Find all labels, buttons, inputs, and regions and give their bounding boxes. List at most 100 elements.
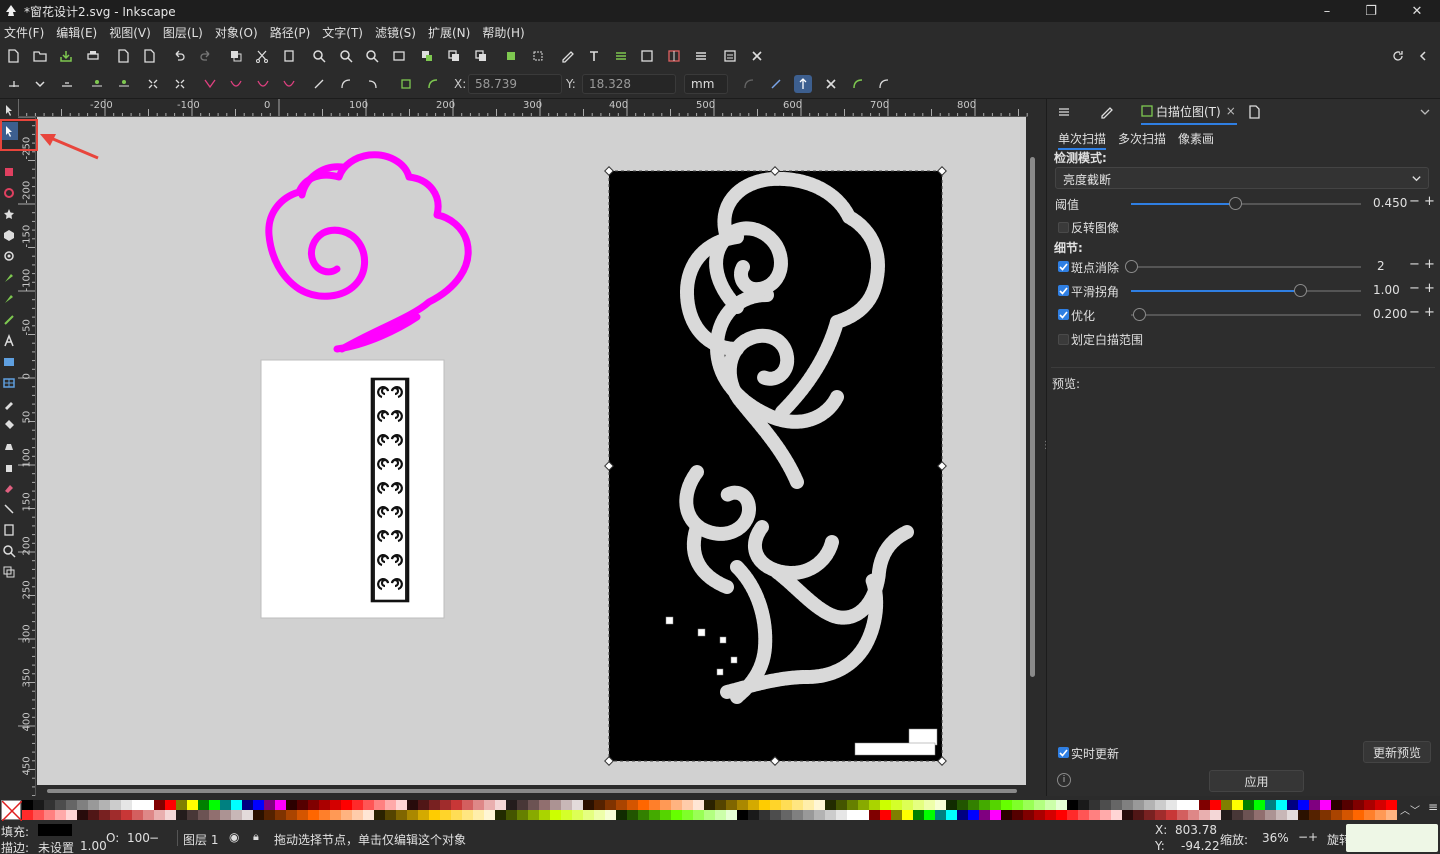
color-swatch[interactable] <box>748 810 759 820</box>
color-swatch[interactable] <box>1276 800 1287 810</box>
color-swatch[interactable] <box>715 800 726 810</box>
color-swatch[interactable] <box>341 810 352 820</box>
show-bbox-icon[interactable] <box>822 75 840 93</box>
color-swatch[interactable] <box>583 800 594 810</box>
zoom-selection-icon[interactable] <box>310 47 328 65</box>
break-path-icon[interactable] <box>115 75 133 93</box>
color-swatch[interactable] <box>902 810 913 820</box>
color-swatch[interactable] <box>473 810 484 820</box>
color-swatch[interactable] <box>110 800 121 810</box>
color-swatch[interactable] <box>484 810 495 820</box>
color-swatch[interactable] <box>1342 810 1353 820</box>
color-swatch[interactable] <box>1122 810 1133 820</box>
speckles-slider-knob[interactable] <box>1125 260 1138 273</box>
smooth-corners-slider-knob[interactable] <box>1294 284 1307 297</box>
copy-icon[interactable] <box>227 47 245 65</box>
canvas-artwork[interactable] <box>37 117 1026 785</box>
paste-icon[interactable] <box>280 47 298 65</box>
color-swatch[interactable] <box>1177 810 1188 820</box>
zoom-stepper[interactable]: −+ <box>1298 830 1318 844</box>
color-swatch[interactable] <box>704 800 715 810</box>
panel-handle[interactable]: ⋮ <box>1041 440 1051 454</box>
color-swatch[interactable] <box>418 810 429 820</box>
color-swatch[interactable] <box>297 800 308 810</box>
cut-icon[interactable] <box>253 47 271 65</box>
color-swatch[interactable] <box>506 800 517 810</box>
color-swatch[interactable] <box>572 810 583 820</box>
color-swatch[interactable] <box>154 810 165 820</box>
color-swatch[interactable] <box>143 800 154 810</box>
segment-curve-icon[interactable] <box>337 75 355 93</box>
tab-fill-stroke[interactable] <box>1099 99 1129 125</box>
connector-tool-icon[interactable] <box>0 500 18 518</box>
fill-stroke-icon[interactable] <box>558 47 576 65</box>
menu-edit[interactable]: 编辑(E) <box>56 24 97 41</box>
color-swatch[interactable] <box>1012 800 1023 810</box>
color-swatch[interactable] <box>1199 800 1210 810</box>
color-swatch[interactable] <box>22 800 33 810</box>
close-button[interactable]: ✕ <box>1394 0 1440 22</box>
color-swatch[interactable] <box>253 800 264 810</box>
speckles-slider[interactable] <box>1131 266 1361 268</box>
color-swatch[interactable] <box>462 810 473 820</box>
subtab-single-scan[interactable]: 单次扫描 <box>1058 130 1107 150</box>
color-swatch[interactable] <box>1078 800 1089 810</box>
zoom-value[interactable]: 36% <box>1262 831 1289 845</box>
color-swatch[interactable] <box>1144 810 1155 820</box>
color-swatch[interactable] <box>957 800 968 810</box>
color-swatch[interactable] <box>495 810 506 820</box>
color-swatch[interactable] <box>44 810 55 820</box>
color-swatch[interactable] <box>1155 800 1166 810</box>
color-swatch[interactable] <box>440 800 451 810</box>
live-update-checkbox[interactable] <box>1058 747 1069 758</box>
document-properties-icon[interactable] <box>721 47 739 65</box>
subtab-multi-scan[interactable]: 多次扫描 <box>1118 130 1166 147</box>
color-swatch[interactable] <box>1045 800 1056 810</box>
pages-tool-icon[interactable] <box>0 521 18 539</box>
color-swatch[interactable] <box>605 810 616 820</box>
color-swatch[interactable] <box>1265 800 1276 810</box>
color-swatch[interactable] <box>385 810 396 820</box>
export-icon[interactable] <box>140 47 158 65</box>
color-swatch[interactable] <box>88 800 99 810</box>
color-swatch[interactable] <box>308 800 319 810</box>
delete-segment-icon[interactable] <box>171 75 189 93</box>
color-swatch[interactable] <box>1320 810 1331 820</box>
color-swatch[interactable] <box>1254 800 1265 810</box>
smooth-corners-stepper[interactable]: − + <box>1409 281 1435 296</box>
menu-text[interactable]: 文字(T) <box>322 24 363 41</box>
smooth-corners-checkbox[interactable] <box>1058 285 1069 296</box>
color-swatch[interactable] <box>979 810 990 820</box>
color-swatch[interactable] <box>583 810 594 820</box>
apply-button[interactable]: 应用 <box>1209 770 1304 792</box>
color-swatch[interactable] <box>990 800 1001 810</box>
duplicate-icon[interactable] <box>418 47 436 65</box>
color-swatch[interactable] <box>649 810 660 820</box>
current-layer[interactable]: 图层 1 <box>183 831 218 848</box>
color-swatch[interactable] <box>1364 800 1375 810</box>
color-swatch[interactable] <box>1078 810 1089 820</box>
color-swatch[interactable] <box>1243 810 1254 820</box>
color-swatch[interactable] <box>715 810 726 820</box>
color-swatch[interactable] <box>1309 800 1320 810</box>
y-coordinate-input[interactable]: 18.328 <box>582 74 676 94</box>
color-swatch[interactable] <box>770 810 781 820</box>
horizontal-scroll-thumb[interactable] <box>47 789 1017 793</box>
ellipse-tool-icon[interactable] <box>0 184 18 202</box>
x-coordinate-input[interactable]: 58.739 <box>468 74 562 94</box>
show-handles-icon[interactable] <box>794 75 812 93</box>
color-swatch[interactable] <box>1221 810 1232 820</box>
color-swatch[interactable] <box>1331 800 1342 810</box>
color-swatch[interactable] <box>836 800 847 810</box>
color-swatch[interactable] <box>1034 800 1045 810</box>
opacity-stepper[interactable]: − <box>149 831 159 845</box>
color-swatch[interactable] <box>737 800 748 810</box>
color-swatch[interactable] <box>671 800 682 810</box>
color-swatch[interactable] <box>242 800 253 810</box>
import-icon[interactable] <box>114 47 132 65</box>
optimize-stepper[interactable]: − + <box>1409 305 1435 320</box>
color-swatch[interactable] <box>319 810 330 820</box>
color-swatch[interactable] <box>979 800 990 810</box>
color-swatch[interactable] <box>1375 800 1386 810</box>
rectangle-tool-icon[interactable] <box>0 163 18 181</box>
